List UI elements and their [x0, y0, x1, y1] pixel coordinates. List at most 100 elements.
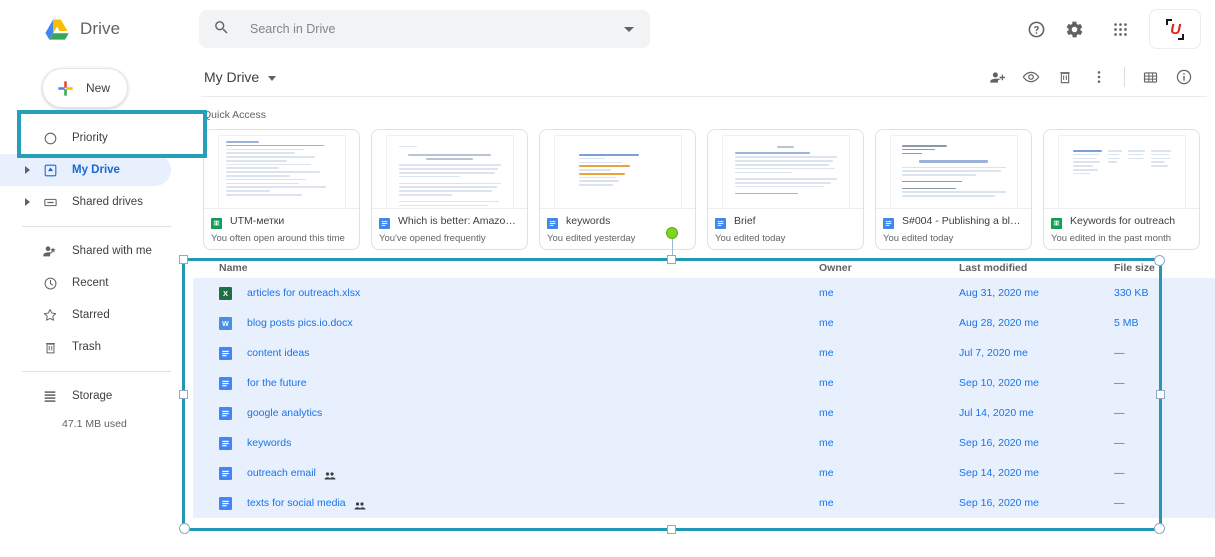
sidebar-item-my-drive[interactable]: My Drive: [0, 154, 171, 186]
clock-icon: [40, 273, 60, 293]
search-options-chevron-down-icon[interactable]: [624, 26, 634, 32]
new-button[interactable]: New: [42, 68, 128, 108]
file-size: —: [1114, 467, 1125, 479]
main-toolbar: My Drive: [193, 58, 1215, 96]
file-name: UTM-метки: [230, 215, 285, 227]
column-header-last-modified[interactable]: Last modified: [959, 262, 1114, 274]
sidebar-item-recent[interactable]: Recent: [0, 267, 171, 299]
sidebar-item-priority[interactable]: Priority: [0, 122, 171, 154]
thumbnail: [204, 130, 359, 209]
grid-view-icon[interactable]: [1133, 60, 1167, 94]
docs-file-icon: [547, 216, 558, 229]
quick-access-card[interactable]: S#004 - Publishing a blog post You edite…: [875, 129, 1032, 250]
quick-access-card[interactable]: Keywords for outreach You edited in the …: [1043, 129, 1200, 250]
word-file-icon: W: [219, 316, 232, 330]
sidebar-item-starred[interactable]: Starred: [0, 299, 171, 331]
eye-icon[interactable]: [1014, 60, 1048, 94]
quick-access-card[interactable]: UTM-метки You often open around this tim…: [203, 129, 360, 250]
sidebar-item-trash[interactable]: Trash: [0, 331, 171, 363]
storage-icon: [40, 386, 60, 406]
file-size: 330 KB: [1114, 287, 1149, 299]
plus-icon: [56, 79, 75, 98]
breadcrumb-chevron-down-icon[interactable]: [268, 76, 277, 81]
docs-file-icon: [715, 216, 726, 229]
thumbnail: [708, 130, 863, 209]
sidebar-item-label: Trash: [72, 341, 101, 353]
search-container: [199, 10, 650, 48]
new-button-label: New: [86, 81, 111, 95]
search-input[interactable]: [250, 22, 624, 36]
star-icon: [40, 305, 60, 325]
sidebar-item-label: My Drive: [72, 164, 120, 176]
more-options-icon[interactable]: [1082, 60, 1116, 94]
google-drive-window: Drive Search in Drive U New Priority My …: [0, 0, 1215, 557]
file-name: blog posts pics.io.docx: [247, 317, 353, 329]
table-row[interactable]: google analytics me Jul 14, 2020 me —: [193, 398, 1215, 428]
help-icon[interactable]: [1017, 10, 1055, 48]
file-owner: me: [819, 347, 834, 359]
priority-icon: [40, 128, 60, 148]
sidebar: New Priority My Drive Shared drives Shar…: [0, 58, 193, 557]
table-row[interactable]: outreach email me Sep 14, 2020 me —: [193, 458, 1215, 488]
table-row[interactable]: for the future me Sep 10, 2020 me —: [193, 368, 1215, 398]
table-row[interactable]: content ideas me Jul 7, 2020 me —: [193, 338, 1215, 368]
file-modified: Sep 14, 2020 me: [959, 467, 1039, 479]
sidebar-item-label: Priority: [72, 132, 108, 144]
file-size: 5 MB: [1114, 317, 1139, 329]
file-owner: me: [819, 377, 834, 389]
docs-file-icon: [219, 406, 232, 420]
file-subtitle: You've opened frequently: [379, 233, 486, 244]
file-owner: me: [819, 317, 834, 329]
top-bar: Drive Search in Drive U: [0, 0, 1215, 58]
sidebar-item-label: Starred: [72, 309, 110, 321]
sidebar-divider-1: [22, 226, 171, 227]
trash-icon[interactable]: [1048, 60, 1082, 94]
add-person-icon[interactable]: [980, 60, 1014, 94]
shared-people-icon: [324, 468, 336, 480]
file-name: keywords: [247, 437, 292, 449]
file-name: Brief: [734, 215, 756, 227]
table-row[interactable]: texts for social media me Sep 16, 2020 m…: [193, 488, 1215, 518]
file-name: keywords: [566, 215, 611, 227]
gear-icon[interactable]: [1055, 10, 1093, 48]
file-modified: Sep 16, 2020 me: [959, 437, 1039, 449]
thumbnail: [1044, 130, 1199, 209]
expand-chevron-icon[interactable]: [22, 166, 32, 174]
file-name: S#004 - Publishing a blog post: [902, 215, 1024, 227]
docs-file-icon: [379, 216, 390, 229]
expand-chevron-icon[interactable]: [22, 198, 32, 206]
main-content: My Drive Quick Access UTM-метки You ofte…: [193, 58, 1215, 557]
sidebar-item-shared-drives[interactable]: Shared drives: [0, 186, 171, 218]
file-owner: me: [819, 467, 834, 479]
apps-grid-icon[interactable]: [1101, 10, 1139, 48]
brand[interactable]: Drive: [0, 19, 193, 40]
excel-file-icon: X: [219, 286, 232, 300]
column-header-file-size[interactable]: File size: [1114, 262, 1197, 274]
file-name: Keywords for outreach: [1070, 215, 1176, 227]
column-header-owner[interactable]: Owner: [819, 262, 959, 274]
table-row[interactable]: keywords me Sep 16, 2020 me —: [193, 428, 1215, 458]
file-subtitle: You edited today: [715, 233, 786, 244]
file-subtitle: You often open around this time: [211, 233, 345, 244]
file-subtitle: You edited yesterday: [547, 233, 636, 244]
info-icon[interactable]: [1167, 60, 1201, 94]
sidebar-item-shared-with-me[interactable]: Shared with me: [0, 235, 171, 267]
storage-used-label: 47.1 MB used: [62, 418, 127, 430]
quick-access-card[interactable]: Brief You edited today: [707, 129, 864, 250]
sidebar-divider-2: [22, 371, 171, 372]
quick-access-card[interactable]: Which is better: Amazon S3 o... You've o…: [371, 129, 528, 250]
file-owner: me: [819, 287, 834, 299]
column-header-name[interactable]: Name: [219, 262, 819, 274]
file-subtitle: You edited in the past month: [1051, 233, 1172, 244]
search-bar[interactable]: [199, 10, 650, 48]
quick-access-card[interactable]: keywords You edited yesterday: [539, 129, 696, 250]
sheets-file-icon: [211, 216, 222, 229]
file-modified: Jul 7, 2020 me: [959, 347, 1028, 359]
svg-text:X: X: [223, 289, 228, 298]
sidebar-item-storage[interactable]: Storage: [0, 380, 171, 412]
avatar[interactable]: U: [1149, 9, 1201, 49]
file-list-header: Name Owner Last modified File size: [193, 258, 1215, 278]
table-row[interactable]: W blog posts pics.io.docx me Aug 28, 202…: [193, 308, 1215, 338]
breadcrumb[interactable]: My Drive: [204, 69, 259, 85]
table-row[interactable]: X articles for outreach.xlsx me Aug 31, …: [193, 278, 1215, 308]
